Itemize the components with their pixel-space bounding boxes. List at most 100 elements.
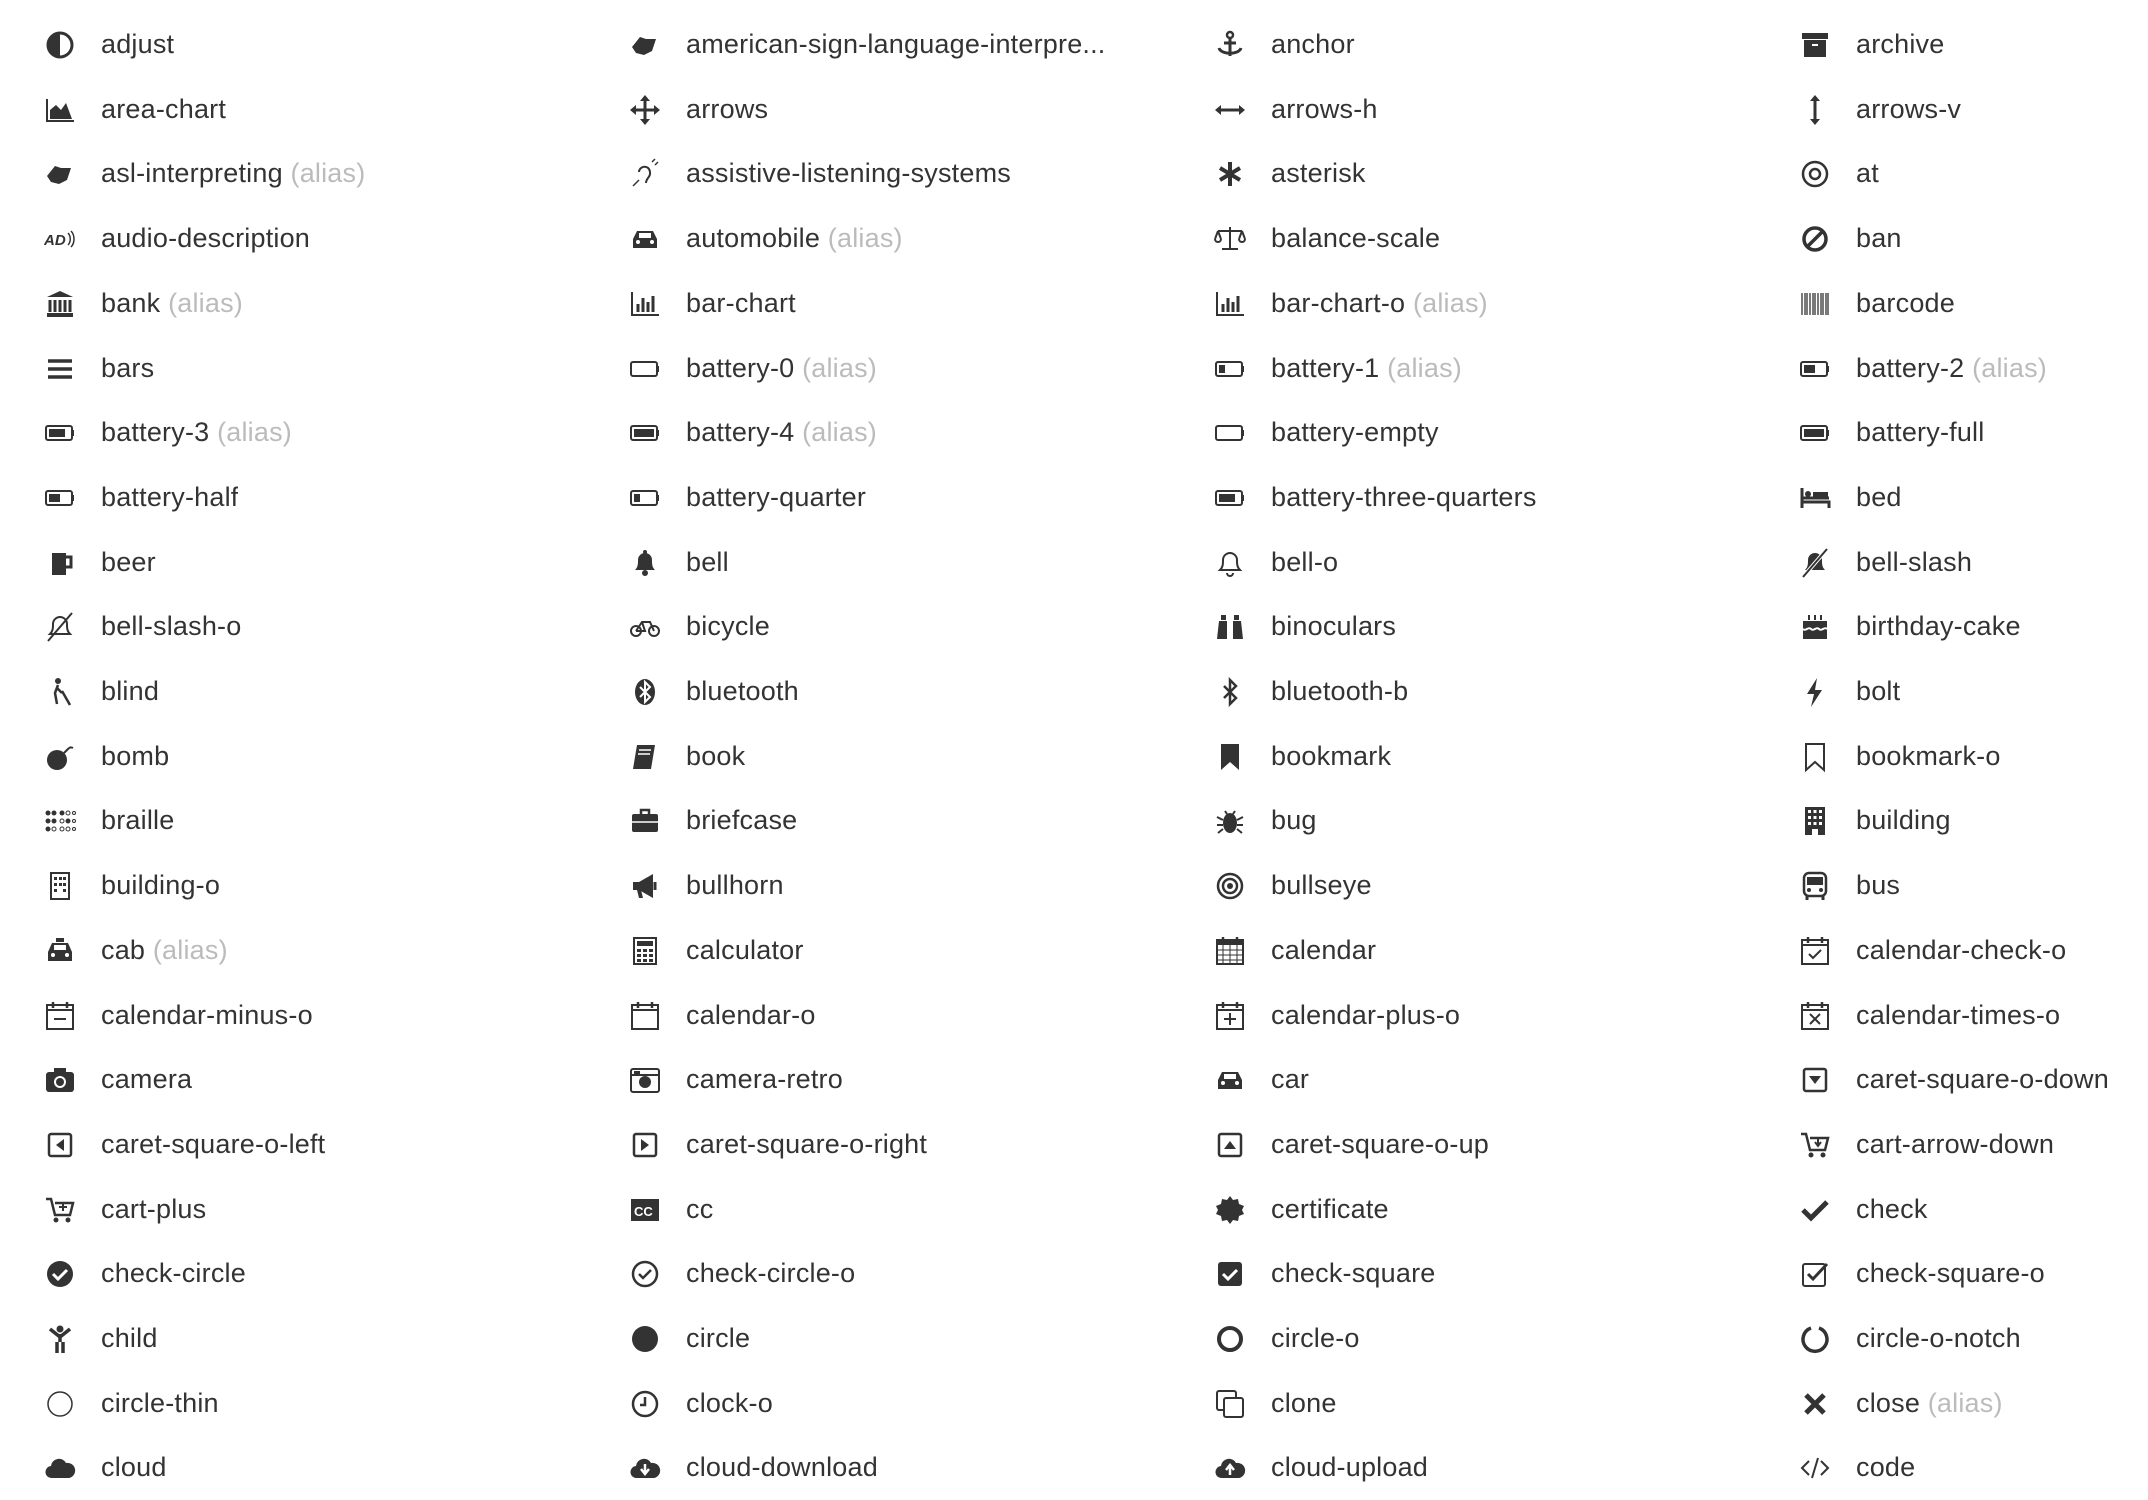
icon-item-circle[interactable]: circle — [585, 1307, 1170, 1371]
icon-item-battery-4[interactable]: battery-4 (alias) — [585, 401, 1170, 465]
icon-item-balance-scale[interactable]: balance-scale — [1170, 207, 1755, 271]
icon-item-building[interactable]: building — [1755, 789, 2148, 853]
icon-item-check-circle-o[interactable]: check-circle-o — [585, 1242, 1170, 1306]
icon-name-label: bell-o — [1271, 545, 1338, 579]
icon-item-bus[interactable]: bus — [1755, 854, 2148, 918]
icon-item-bed[interactable]: bed — [1755, 466, 2148, 530]
icon-item-bookmark[interactable]: bookmark — [1170, 725, 1755, 789]
icon-item-bell-slash-o[interactable]: bell-slash-o — [0, 595, 585, 659]
icon-item-area-chart[interactable]: area-chart — [0, 78, 585, 142]
icon-name-label: area-chart — [101, 92, 226, 126]
icon-item-battery-2[interactable]: battery-2 (alias) — [1755, 337, 2148, 401]
icon-item-car[interactable]: car — [1170, 1048, 1755, 1112]
icon-item-bullhorn[interactable]: bullhorn — [585, 854, 1170, 918]
icon-item-bell-slash[interactable]: bell-slash — [1755, 531, 2148, 595]
icon-item-cloud-upload[interactable]: cloud-upload — [1170, 1436, 1755, 1500]
icon-item-assistive-listening-systems[interactable]: assistive-listening-systems — [585, 142, 1170, 206]
icon-item-caret-square-o-right[interactable]: caret-square-o-right — [585, 1113, 1170, 1177]
icon-item-circle-o[interactable]: circle-o — [1170, 1307, 1755, 1371]
icon-item-battery-0[interactable]: battery-0 (alias) — [585, 337, 1170, 401]
icon-item-arrows-v[interactable]: arrows-v — [1755, 78, 2148, 142]
icon-item-braille[interactable]: braille — [0, 789, 585, 853]
icon-item-asl-interpreting[interactable]: asl-interpreting (alias) — [0, 142, 585, 206]
icon-item-adjust[interactable]: adjust — [0, 13, 585, 77]
icon-item-circle-o-notch[interactable]: circle-o-notch — [1755, 1307, 2148, 1371]
icon-item-camera-retro[interactable]: camera-retro — [585, 1048, 1170, 1112]
icon-item-child[interactable]: child — [0, 1307, 585, 1371]
icon-item-camera[interactable]: camera — [0, 1048, 585, 1112]
icon-item-certificate[interactable]: certificate — [1170, 1178, 1755, 1242]
icon-item-bar-chart-o[interactable]: bar-chart-o (alias) — [1170, 272, 1755, 336]
icon-item-circle-thin[interactable]: circle-thin — [0, 1372, 585, 1436]
icon-item-american-sign-language-interpreting[interactable]: american-sign-language-interpre... — [585, 13, 1170, 77]
icon-item-bluetooth-b[interactable]: bluetooth-b — [1170, 660, 1755, 724]
icon-item-automobile[interactable]: automobile (alias) — [585, 207, 1170, 271]
icon-item-birthday-cake[interactable]: birthday-cake — [1755, 595, 2148, 659]
icon-item-bars[interactable]: bars — [0, 337, 585, 401]
icon-name: battery-half — [101, 481, 239, 512]
icon-item-arrows[interactable]: arrows — [585, 78, 1170, 142]
icon-item-audio-description[interactable]: AD audio-description — [0, 207, 585, 271]
icon-item-bomb[interactable]: bomb — [0, 725, 585, 789]
icon-item-bicycle[interactable]: bicycle — [585, 595, 1170, 659]
icon-item-bookmark-o[interactable]: bookmark-o — [1755, 725, 2148, 789]
icon-item-calendar[interactable]: calendar — [1170, 919, 1755, 983]
icon-name: bed — [1856, 481, 1902, 512]
icon-item-asterisk[interactable]: asterisk — [1170, 142, 1755, 206]
icon-item-calendar-plus-o[interactable]: calendar-plus-o — [1170, 984, 1755, 1048]
icon-item-caret-square-o-left[interactable]: caret-square-o-left — [0, 1113, 585, 1177]
icon-item-battery-3[interactable]: battery-3 (alias) — [0, 401, 585, 465]
icon-item-ban[interactable]: ban — [1755, 207, 2148, 271]
icon-item-bar-chart[interactable]: bar-chart — [585, 272, 1170, 336]
icon-item-anchor[interactable]: anchor — [1170, 13, 1755, 77]
icon-item-beer[interactable]: beer — [0, 531, 585, 595]
icon-item-battery-quarter[interactable]: battery-quarter — [585, 466, 1170, 530]
icon-item-clock-o[interactable]: clock-o — [585, 1372, 1170, 1436]
icon-item-briefcase[interactable]: briefcase — [585, 789, 1170, 853]
icon-name: close — [1856, 1387, 1921, 1418]
icon-name-label: cab (alias) — [101, 933, 228, 967]
icon-item-archive[interactable]: archive — [1755, 13, 2148, 77]
icon-item-cab[interactable]: cab (alias) — [0, 919, 585, 983]
icon-name: braille — [101, 805, 175, 836]
icon-item-calendar-check-o[interactable]: calendar-check-o — [1755, 919, 2148, 983]
icon-item-bell[interactable]: bell — [585, 531, 1170, 595]
icon-item-blind[interactable]: blind — [0, 660, 585, 724]
icon-item-bank[interactable]: bank (alias) — [0, 272, 585, 336]
icon-item-bluetooth[interactable]: bluetooth — [585, 660, 1170, 724]
icon-item-cloud-download[interactable]: cloud-download — [585, 1436, 1170, 1500]
icon-item-check[interactable]: check — [1755, 1178, 2148, 1242]
icon-name-label: battery-empty — [1271, 415, 1439, 449]
icon-item-bug[interactable]: bug — [1170, 789, 1755, 853]
icon-item-barcode[interactable]: barcode — [1755, 272, 2148, 336]
icon-item-check-square[interactable]: check-square — [1170, 1242, 1755, 1306]
icon-item-battery-three-quarters[interactable]: battery-three-quarters — [1170, 466, 1755, 530]
icon-item-cc[interactable]: CC cc — [585, 1178, 1170, 1242]
icon-item-battery-full[interactable]: battery-full — [1755, 401, 2148, 465]
icon-item-at[interactable]: at — [1755, 142, 2148, 206]
icon-item-bullseye[interactable]: bullseye — [1170, 854, 1755, 918]
icon-item-code[interactable]: code — [1755, 1436, 2148, 1500]
icon-item-book[interactable]: book — [585, 725, 1170, 789]
icon-item-close[interactable]: close (alias) — [1755, 1372, 2148, 1436]
icon-item-caret-square-o-down[interactable]: caret-square-o-down — [1755, 1048, 2148, 1112]
icon-item-bell-o[interactable]: bell-o — [1170, 531, 1755, 595]
icon-item-cart-plus[interactable]: cart-plus — [0, 1178, 585, 1242]
icon-item-cloud[interactable]: cloud — [0, 1436, 585, 1500]
icon-item-check-circle[interactable]: check-circle — [0, 1242, 585, 1306]
icon-item-cart-arrow-down[interactable]: cart-arrow-down — [1755, 1113, 2148, 1177]
icon-item-calendar-times-o[interactable]: calendar-times-o — [1755, 984, 2148, 1048]
icon-item-arrows-h[interactable]: arrows-h — [1170, 78, 1755, 142]
icon-item-bolt[interactable]: bolt — [1755, 660, 2148, 724]
icon-item-battery-1[interactable]: battery-1 (alias) — [1170, 337, 1755, 401]
icon-item-check-square-o[interactable]: check-square-o — [1755, 1242, 2148, 1306]
icon-item-caret-square-o-up[interactable]: caret-square-o-up — [1170, 1113, 1755, 1177]
icon-item-calendar-o[interactable]: calendar-o — [585, 984, 1170, 1048]
icon-item-building-o[interactable]: building-o — [0, 854, 585, 918]
icon-item-binoculars[interactable]: binoculars — [1170, 595, 1755, 659]
icon-item-battery-empty[interactable]: battery-empty — [1170, 401, 1755, 465]
icon-item-battery-half[interactable]: battery-half — [0, 466, 585, 530]
icon-item-clone[interactable]: clone — [1170, 1372, 1755, 1436]
icon-item-calculator[interactable]: calculator — [585, 919, 1170, 983]
icon-item-calendar-minus-o[interactable]: calendar-minus-o — [0, 984, 585, 1048]
